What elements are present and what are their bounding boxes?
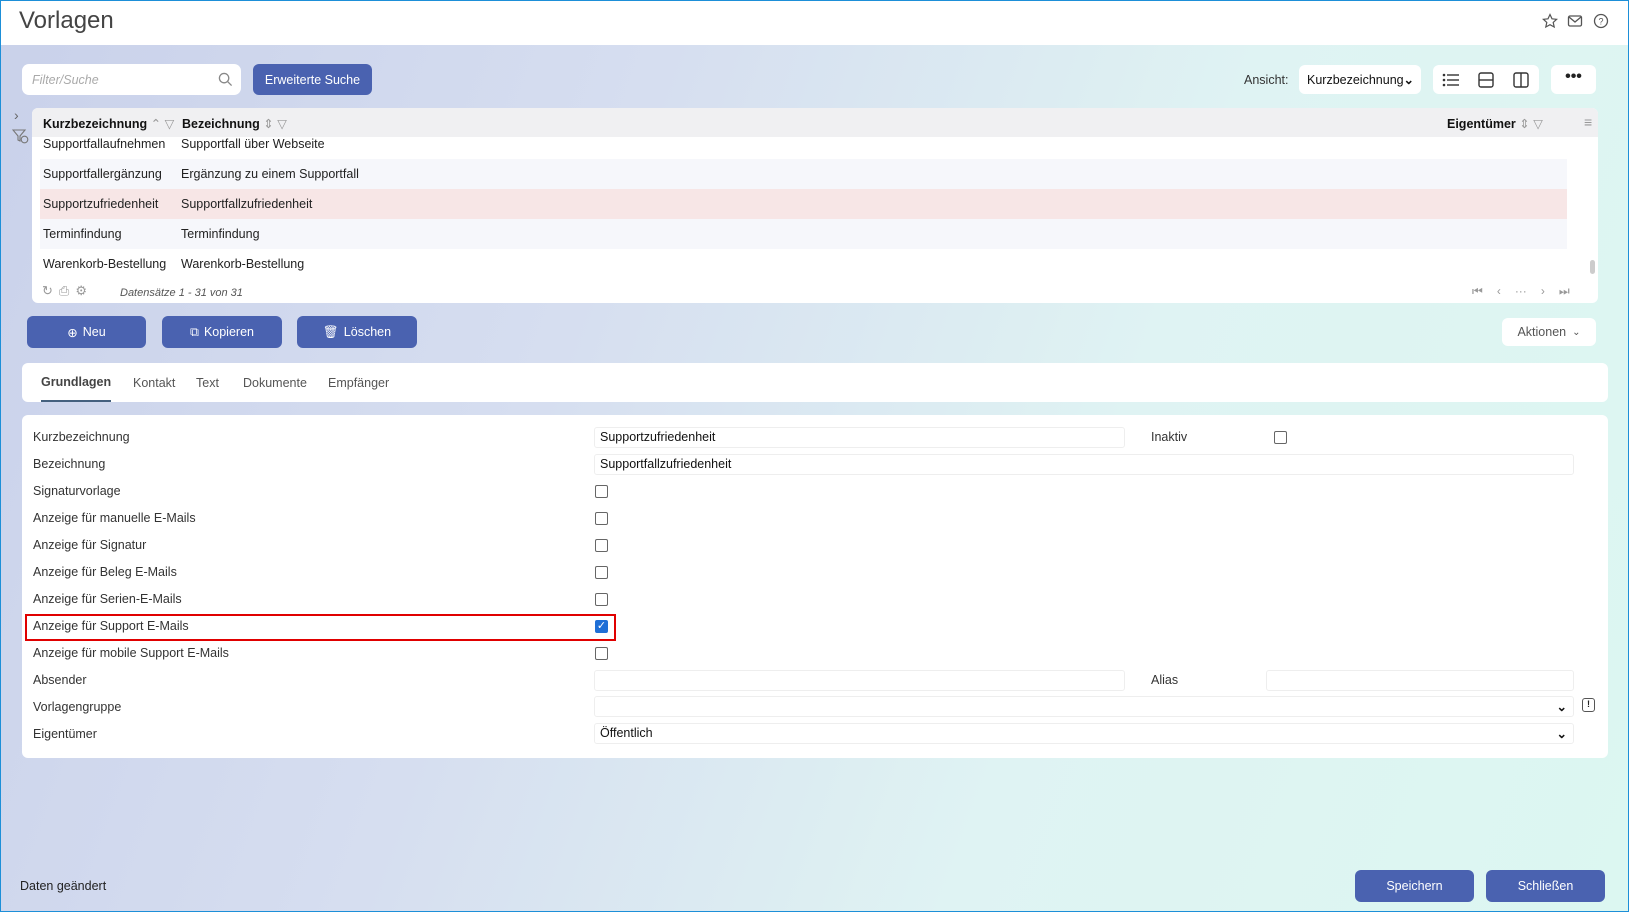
label-signaturvorlage: Signaturvorlage <box>33 484 121 498</box>
tab-kontakt[interactable]: Kontakt <box>133 363 175 402</box>
label-signatur: Anzeige für Signatur <box>33 538 147 552</box>
layout-toggle-group <box>1433 65 1539 94</box>
delete-button[interactable]: 🗑︎ Löschen <box>297 316 417 348</box>
serien-emails-checkbox[interactable] <box>595 593 608 606</box>
pager: ⏮ ‹ ··· › ⏭ <box>1472 284 1570 299</box>
table-row[interactable]: Terminfindung Terminfindung <box>40 219 1567 249</box>
grid-tools: ↻⎙⚙ <box>42 283 93 299</box>
signaturvorlage-checkbox[interactable] <box>595 485 608 498</box>
expand-sidebar-icon[interactable]: › <box>14 107 19 123</box>
templates-grid: Kurzbezeichnung ⌃ ▽ Bezeichnung ⇕ ▽ Eige… <box>32 108 1598 303</box>
more-options-button[interactable]: ••• <box>1551 65 1596 94</box>
grid-header: Kurzbezeichnung ⌃ ▽ Bezeichnung ⇕ ▽ Eige… <box>32 108 1598 137</box>
label-eigentuemer: Eigentümer <box>33 727 97 741</box>
support-emails-checkbox[interactable]: ✓ <box>595 620 608 633</box>
list-view-icon[interactable] <box>1442 72 1460 88</box>
next-page-icon[interactable]: › <box>1541 284 1545 299</box>
manuelle-emails-checkbox[interactable] <box>595 512 608 525</box>
plus-circle-icon: ⊕ <box>67 325 78 340</box>
advanced-search-button[interactable]: Erweiterte Suche <box>253 64 372 95</box>
refresh-icon[interactable]: ↻ <box>42 283 59 298</box>
copy-button[interactable]: ⧉ Kopieren <box>162 316 282 348</box>
label-beleg: Anzeige für Beleg E-Mails <box>33 565 177 579</box>
tab-bar: Grundlagen Kontakt Text Dokumente Empfän… <box>22 363 1608 402</box>
view-select[interactable]: Kurzbezeichnung ⌄ <box>1299 65 1421 94</box>
scrollbar[interactable] <box>1590 260 1595 274</box>
tab-text[interactable]: Text <box>196 363 219 402</box>
inaktiv-checkbox[interactable] <box>1274 431 1287 444</box>
status-text: Daten geändert <box>20 879 107 893</box>
filter-settings-icon[interactable] <box>12 129 29 144</box>
chevron-down-icon: ⌄ <box>1556 727 1567 741</box>
table-row[interactable]: Supportfallergänzung Ergänzung zu einem S… <box>40 159 1567 189</box>
first-page-icon[interactable]: ⏮ <box>1472 284 1483 299</box>
new-button[interactable]: ⊕ Neu <box>27 316 146 348</box>
tab-grundlagen[interactable]: Grundlagen <box>41 363 112 402</box>
label-vorlagengruppe: Vorlagengruppe <box>33 700 122 714</box>
trash-icon: 🗑︎ <box>322 324 339 339</box>
last-page-icon[interactable]: ⏭ <box>1559 284 1570 299</box>
label-manuelle: Anzeige für manuelle E-Mails <box>33 511 196 525</box>
print-icon[interactable]: ⎙ <box>59 283 75 298</box>
column-header-bezeichnung[interactable]: Bezeichnung ⇕ ▽ <box>182 116 287 131</box>
vertical-split-icon[interactable] <box>1512 71 1530 89</box>
bezeichnung-input[interactable]: Supportfallzufriedenheit <box>594 454 1574 475</box>
help-icon[interactable]: ? <box>1593 13 1609 29</box>
prev-page-icon[interactable]: ‹ <box>1497 284 1501 299</box>
table-row-selected[interactable]: Supportzufriedenheit Supportfallzufrieden… <box>40 189 1567 219</box>
table-row[interactable]: Warenkorb-Bestellung Warenkorb-Bestellung <box>40 249 1567 279</box>
save-button[interactable]: Speichern <box>1355 870 1474 902</box>
search-placeholder: Filter/Suche <box>32 72 99 87</box>
actions-dropdown[interactable]: Aktionen ⌄ <box>1502 318 1596 346</box>
settings-icon[interactable]: ⚙ <box>75 283 93 298</box>
record-count: Datensätze 1 - 31 von 31 <box>120 287 243 299</box>
search-input[interactable]: Filter/Suche <box>22 64 241 95</box>
view-label: Ansicht: <box>1244 73 1289 87</box>
details-form: Kurzbezeichnung Bezeichnung Signaturvorl… <box>22 415 1608 758</box>
svg-text:?: ? <box>1598 17 1603 27</box>
label-serien: Anzeige für Serien-E-Mails <box>33 592 182 606</box>
alias-input[interactable] <box>1266 670 1574 691</box>
chevron-down-icon: ⌄ <box>1403 73 1414 87</box>
signatur-checkbox[interactable] <box>595 539 608 552</box>
column-menu-icon[interactable]: ≡ <box>1584 114 1592 130</box>
label-bezeichnung: Bezeichnung <box>33 457 106 471</box>
tab-empfaenger[interactable]: Empfänger <box>328 363 389 402</box>
pager-ellipsis[interactable]: ··· <box>1515 284 1527 299</box>
inaktiv-label: Inaktiv <box>1151 430 1188 444</box>
absender-input[interactable] <box>594 670 1125 691</box>
eigentuemer-select[interactable]: Öffentlich ⌄ <box>594 723 1574 744</box>
chevron-down-icon: ⌄ <box>1556 700 1567 714</box>
tab-dokumente[interactable]: Dokumente <box>243 363 307 402</box>
kurzbezeichnung-input[interactable]: Supportzufriedenheit <box>594 427 1125 448</box>
label-mobile: Anzeige für mobile Support E-Mails <box>33 646 229 660</box>
alert-icon[interactable]: ! <box>1582 698 1595 712</box>
view-selected: Kurzbezeichnung <box>1307 72 1404 87</box>
label-kurzbezeichnung: Kurzbezeichnung <box>33 430 130 444</box>
star-icon[interactable] <box>1542 13 1558 29</box>
column-header-eigentuemer[interactable]: Eigentümer ⇕ ▽ <box>1447 116 1543 131</box>
horizontal-split-icon[interactable] <box>1477 71 1495 89</box>
label-absender: Absender <box>33 673 87 687</box>
title-bar <box>1 1 1628 45</box>
close-button[interactable]: Schließen <box>1486 870 1605 902</box>
copy-icon: ⧉ <box>190 324 199 339</box>
mail-icon[interactable] <box>1567 13 1583 29</box>
search-icon <box>218 72 233 87</box>
column-header-kurzbezeichnung[interactable]: Kurzbezeichnung ⌃ ▽ <box>43 116 174 131</box>
alias-label: Alias <box>1151 673 1179 687</box>
highlight-box <box>25 614 616 641</box>
beleg-emails-checkbox[interactable] <box>595 566 608 579</box>
mobile-support-checkbox[interactable] <box>595 647 608 660</box>
vorlagengruppe-select[interactable]: ⌄ <box>594 696 1574 717</box>
page-title: Vorlagen <box>19 7 114 34</box>
